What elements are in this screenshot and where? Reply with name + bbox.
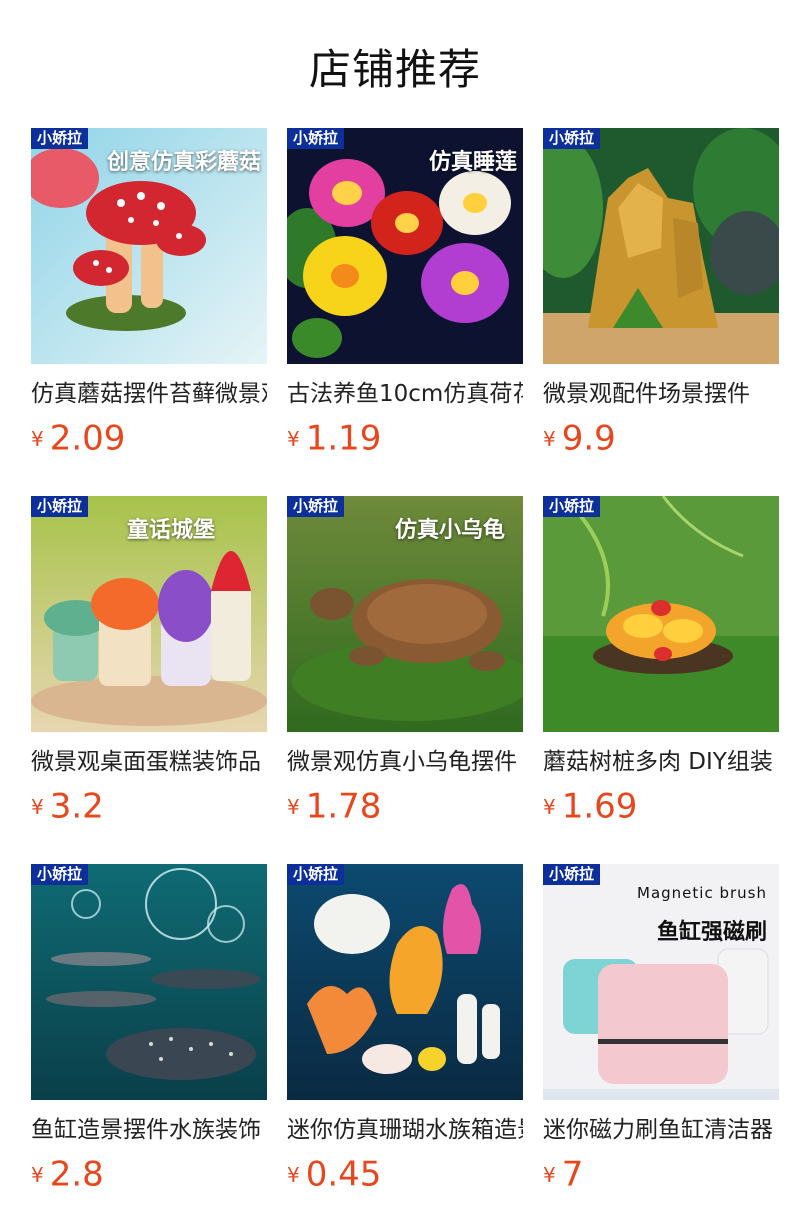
currency-symbol: ¥ <box>287 1162 300 1187</box>
brand-badge: 小娇拉 <box>543 496 601 517</box>
brand-badge: 小娇拉 <box>31 864 89 885</box>
lotus-image[interactable]: 小娇拉 仿真睡莲 <box>287 128 523 364</box>
product-card[interactable]: 小娇拉 仿真睡莲 古法养鱼10cm仿真荷花 ¥1.19 <box>287 128 523 459</box>
price-value: 2.09 <box>49 418 126 459</box>
currency-symbol: ¥ <box>287 426 300 451</box>
product-card[interactable]: 小娇拉 仿真小乌龟 微景观仿真小乌龟摆件 ¥1.78 <box>287 496 523 827</box>
turtle-image[interactable]: 小娇拉 仿真小乌龟 <box>287 496 523 732</box>
product-name[interactable]: 微景观桌面蛋糕装饰品 <box>31 746 267 778</box>
brush-image[interactable]: 小娇拉 Magnetic brush 鱼缸强磁刷 <box>543 864 779 1100</box>
brand-badge: 小娇拉 <box>543 128 601 149</box>
shark-image[interactable]: 小娇拉 <box>31 864 267 1100</box>
page-title: 店铺推荐 <box>308 45 481 94</box>
price-value: 2.8 <box>49 1154 104 1195</box>
currency-symbol: ¥ <box>543 426 556 451</box>
product-card[interactable]: 小娇拉 迷你仿真珊瑚水族箱造景 ¥0.45 <box>287 864 523 1195</box>
image-caption: 仿真睡莲 <box>428 150 517 175</box>
currency-symbol: ¥ <box>287 794 300 819</box>
product-price: ¥0.45 <box>287 1154 523 1195</box>
mushroom-image[interactable]: 小娇拉 创意仿真彩蘑菇 <box>31 128 267 364</box>
image-caption: 创意仿真彩蘑菇 <box>106 150 261 175</box>
brand-badge: 小娇拉 <box>287 864 345 885</box>
product-name[interactable]: 微景观仿真小乌龟摆件 <box>287 746 523 778</box>
product-price: ¥1.19 <box>287 418 523 459</box>
price-value: 3.2 <box>49 786 104 827</box>
currency-symbol: ¥ <box>31 794 44 819</box>
image-caption: 仿真小乌龟 <box>394 518 505 543</box>
price-value: 0.45 <box>305 1154 382 1195</box>
product-card[interactable]: 小娇拉 鱼缸造景摆件水族装饰 ¥2.8 <box>31 864 267 1195</box>
product-name[interactable]: 蘑菇树桩多肉 DIY组装 <box>543 746 779 778</box>
product-card[interactable]: 小娇拉 Magnetic brush 鱼缸强磁刷 迷你磁力刷鱼缸清洁器 ¥7 <box>543 864 779 1195</box>
brand-badge: 小娇拉 <box>31 496 89 517</box>
product-name[interactable]: 微景观配件场景摆件 <box>543 378 779 410</box>
price-value: 1.19 <box>305 418 382 459</box>
brand-badge: 小娇拉 <box>31 128 89 149</box>
coral-image[interactable]: 小娇拉 <box>287 864 523 1100</box>
product-card[interactable]: 小娇拉 蘑菇树桩多肉 DIY组装 ¥1.69 <box>543 496 779 827</box>
stump-image[interactable]: 小娇拉 <box>543 496 779 732</box>
product-name[interactable]: 鱼缸造景摆件水族装饰 <box>31 1114 267 1146</box>
brand-badge: 小娇拉 <box>287 128 345 149</box>
product-price: ¥9.9 <box>543 418 779 459</box>
image-caption: 童话城堡 <box>126 518 215 543</box>
product-price: ¥2.09 <box>31 418 267 459</box>
product-card[interactable]: 小娇拉 微景观配件场景摆件 ¥9.9 <box>543 128 779 459</box>
currency-symbol: ¥ <box>543 794 556 819</box>
product-name[interactable]: 迷你磁力刷鱼缸清洁器 <box>543 1114 779 1146</box>
product-card[interactable]: 小娇拉 创意仿真彩蘑菇 仿真蘑菇摆件苔藓微景观 ¥2.09 <box>31 128 267 459</box>
price-value: 7 <box>561 1154 584 1195</box>
product-price: ¥1.69 <box>543 786 779 827</box>
product-name[interactable]: 迷你仿真珊瑚水族箱造景 <box>287 1114 523 1146</box>
price-value: 1.78 <box>305 786 382 827</box>
currency-symbol: ¥ <box>31 426 44 451</box>
product-price: ¥7 <box>543 1154 779 1195</box>
brand-badge: 小娇拉 <box>287 496 345 517</box>
rock-image[interactable]: 小娇拉 <box>543 128 779 364</box>
castle-image[interactable]: 小娇拉 童话城堡 <box>31 496 267 732</box>
product-price: ¥3.2 <box>31 786 267 827</box>
image-caption: 鱼缸强磁刷 <box>656 920 767 945</box>
product-name[interactable]: 仿真蘑菇摆件苔藓微景观 <box>31 378 267 410</box>
price-value: 1.69 <box>561 786 638 827</box>
image-caption-en: Magnetic brush <box>637 884 767 902</box>
currency-symbol: ¥ <box>543 1162 556 1187</box>
product-price: ¥1.78 <box>287 786 523 827</box>
product-price: ¥2.8 <box>31 1154 267 1195</box>
product-name[interactable]: 古法养鱼10cm仿真荷花 <box>287 378 523 410</box>
price-value: 9.9 <box>561 418 616 459</box>
product-card[interactable]: 小娇拉 童话城堡 微景观桌面蛋糕装饰品 ¥3.2 <box>31 496 267 827</box>
currency-symbol: ¥ <box>31 1162 44 1187</box>
brand-badge: 小娇拉 <box>543 864 601 885</box>
